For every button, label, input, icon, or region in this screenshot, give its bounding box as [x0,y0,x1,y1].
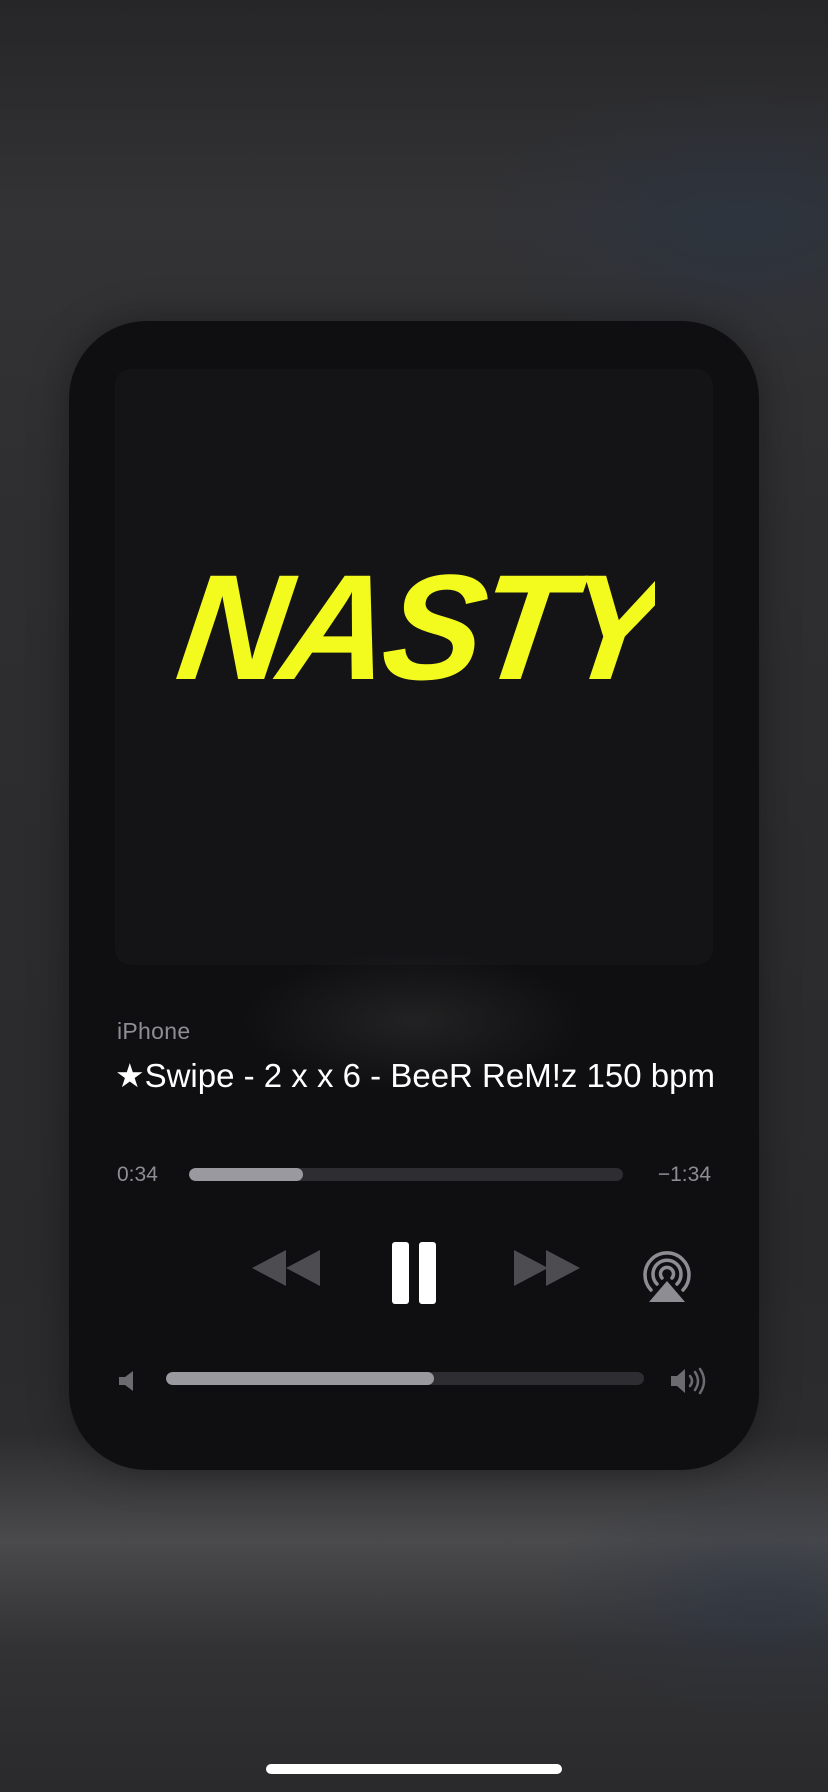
playback-progress-fill [189,1168,304,1181]
speaker-low-icon [117,1369,139,1393]
volume-slider[interactable] [166,1372,644,1385]
playback-scrubber[interactable] [189,1168,623,1181]
remaining-time: −1:34 [657,1163,711,1186]
airplay-button[interactable] [639,1249,695,1305]
pause-icon [392,1242,436,1304]
elapsed-time: 0:34 [117,1163,158,1186]
fast-forward-button[interactable] [509,1243,585,1293]
rewind-button[interactable] [249,1243,325,1293]
home-indicator[interactable] [266,1764,562,1774]
pause-button[interactable] [387,1241,441,1305]
artwork-title: NASTY [175,544,655,711]
volume-level-fill [166,1372,434,1385]
speaker-high-icon [669,1367,709,1395]
output-device-label: iPhone [117,1018,191,1044]
rewind-icon [252,1250,320,1286]
now-playing-card: NASTY iPhone ★Swipe - 2 x x 6 - BeeR ReM… [69,321,759,1470]
airplay-icon [643,1251,691,1302]
track-title[interactable]: ★Swipe - 2 x x 6 - BeeR ReM!z 150 bpm [115,1056,717,1100]
album-artwork: NASTY [115,369,713,965]
lock-screen: NASTY iPhone ★Swipe - 2 x x 6 - BeeR ReM… [0,0,828,1792]
fast-forward-icon [514,1250,580,1286]
nasty-logo: NASTY [175,544,655,711]
